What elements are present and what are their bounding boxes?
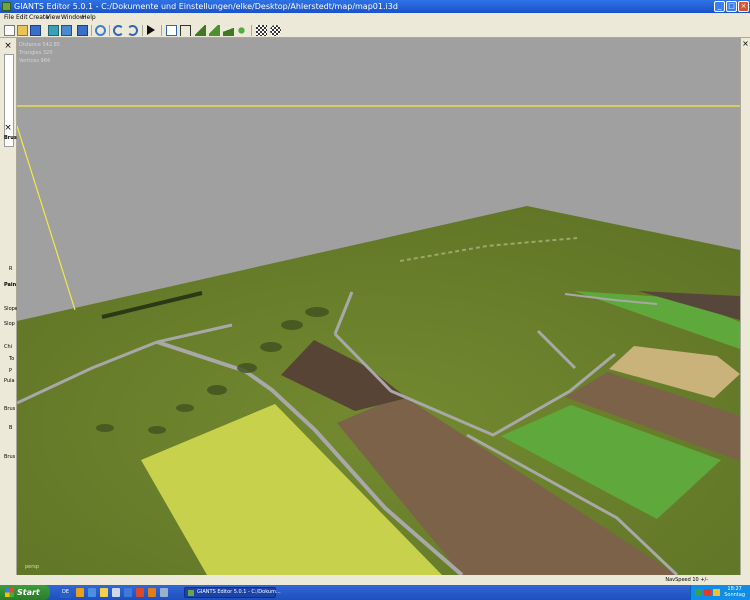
taskbar-item-giants-editor[interactable]: GIANTS Editor 5.0.1 - C:/Dokum...: [184, 587, 281, 598]
panel-label: Pula: [4, 378, 15, 384]
stat-triangles: Triangles 320: [19, 50, 53, 56]
undo-icon[interactable]: [113, 25, 124, 36]
quicklaunch-icon[interactable]: [88, 588, 96, 597]
tray-icon[interactable]: [713, 589, 720, 596]
nav-speed: NavSpeed 10 +/-: [665, 577, 708, 583]
menu-edit[interactable]: Edit: [16, 13, 28, 23]
panel-label: Brus: [4, 454, 16, 460]
select-icon[interactable]: [180, 25, 191, 36]
quicklaunch-icon[interactable]: [112, 588, 120, 597]
quicklaunch-icon[interactable]: [148, 588, 156, 597]
right-panel-edge: ×: [740, 38, 750, 575]
export-icon[interactable]: [61, 25, 72, 36]
start-button[interactable]: Start: [0, 585, 50, 600]
selection-line: [17, 125, 76, 311]
save-as-icon[interactable]: [77, 25, 88, 36]
menu-file[interactable]: File: [4, 13, 14, 23]
panel-label: Chi: [4, 344, 13, 350]
toolbar: [0, 23, 750, 38]
foliage-icon[interactable]: [236, 25, 247, 36]
status-bar: NavSpeed 10 +/-: [0, 575, 750, 585]
close-icon[interactable]: ×: [3, 41, 13, 51]
minimize-button[interactable]: _: [714, 1, 725, 12]
panel-label: Slop: [4, 321, 15, 327]
tray-icon[interactable]: [704, 589, 711, 596]
terrain-smooth-icon[interactable]: [223, 25, 234, 36]
redo-icon[interactable]: [127, 25, 138, 36]
open-icon[interactable]: [17, 25, 28, 36]
terrain-raise-icon[interactable]: [195, 25, 206, 36]
play-icon[interactable]: [147, 25, 155, 35]
quicklaunch-icon[interactable]: [124, 588, 132, 597]
close-icon[interactable]: ×: [741, 39, 750, 48]
menu-view[interactable]: View: [46, 13, 60, 23]
terrain-render: [17, 105, 740, 575]
panel-label: B: [9, 425, 13, 431]
stat-vertices: Vertices 984: [19, 58, 51, 64]
close-icon[interactable]: ×: [3, 123, 13, 133]
menu-bar: File Edit Create View Window Help: [0, 13, 750, 23]
tray-icon[interactable]: [695, 589, 702, 596]
camera-label: persp: [25, 564, 40, 570]
clock: 18:27 Sonntag: [724, 586, 745, 598]
quicklaunch-icon[interactable]: [136, 588, 144, 597]
clock-day: Sonntag: [724, 592, 745, 598]
refresh-icon[interactable]: [95, 25, 106, 36]
panel-label: Brus: [4, 406, 16, 412]
checker-icon[interactable]: [256, 25, 267, 36]
quicklaunch-icon[interactable]: [160, 588, 168, 597]
panel-label: R: [9, 266, 13, 272]
home-icon[interactable]: [166, 25, 177, 36]
save-icon[interactable]: [30, 25, 41, 36]
windows-flag-icon: [5, 588, 14, 597]
panel-label: Brus: [4, 135, 17, 141]
close-button[interactable]: ×: [738, 1, 749, 12]
title-bar: GIANTS Editor 5.0.1 - C:/Dokumente und E…: [0, 0, 750, 13]
system-tray: 18:27 Sonntag: [690, 585, 750, 600]
start-label: Start: [17, 588, 40, 597]
terrain-paint-icon[interactable]: [209, 25, 220, 36]
maximize-button[interactable]: □: [726, 1, 737, 12]
import-icon[interactable]: [48, 25, 59, 36]
panel-label: P: [9, 368, 13, 374]
panel-label: Slope: [4, 306, 18, 312]
app-icon: [188, 590, 194, 596]
3d-viewport[interactable]: Distance 542.85 Triangles 320 Vertices 9…: [17, 38, 740, 575]
quicklaunch-icon[interactable]: [76, 588, 84, 597]
windows-taskbar: Start DE GIANTS Editor 5.0.1 - C:/Dokum.…: [0, 585, 750, 600]
new-icon[interactable]: [4, 25, 15, 36]
panel-label: Pain: [4, 282, 17, 288]
language-indicator[interactable]: DE: [60, 587, 71, 598]
panel-label: To: [9, 356, 15, 362]
quicklaunch-icon[interactable]: [100, 588, 108, 597]
checker-flag-icon[interactable]: [270, 25, 281, 36]
stat-distance: Distance 542.85: [19, 42, 60, 48]
window-title: GIANTS Editor 5.0.1 - C:/Dokumente und E…: [14, 2, 398, 11]
app-icon: [2, 2, 11, 11]
left-tool-panel: × × Brus R Pain Slope Slop Chi To P Pula…: [0, 38, 18, 575]
menu-help[interactable]: Help: [82, 13, 96, 23]
task-label: GIANTS Editor 5.0.1 - C:/Dokum...: [197, 589, 281, 595]
panel-scrollbar[interactable]: [4, 54, 14, 147]
